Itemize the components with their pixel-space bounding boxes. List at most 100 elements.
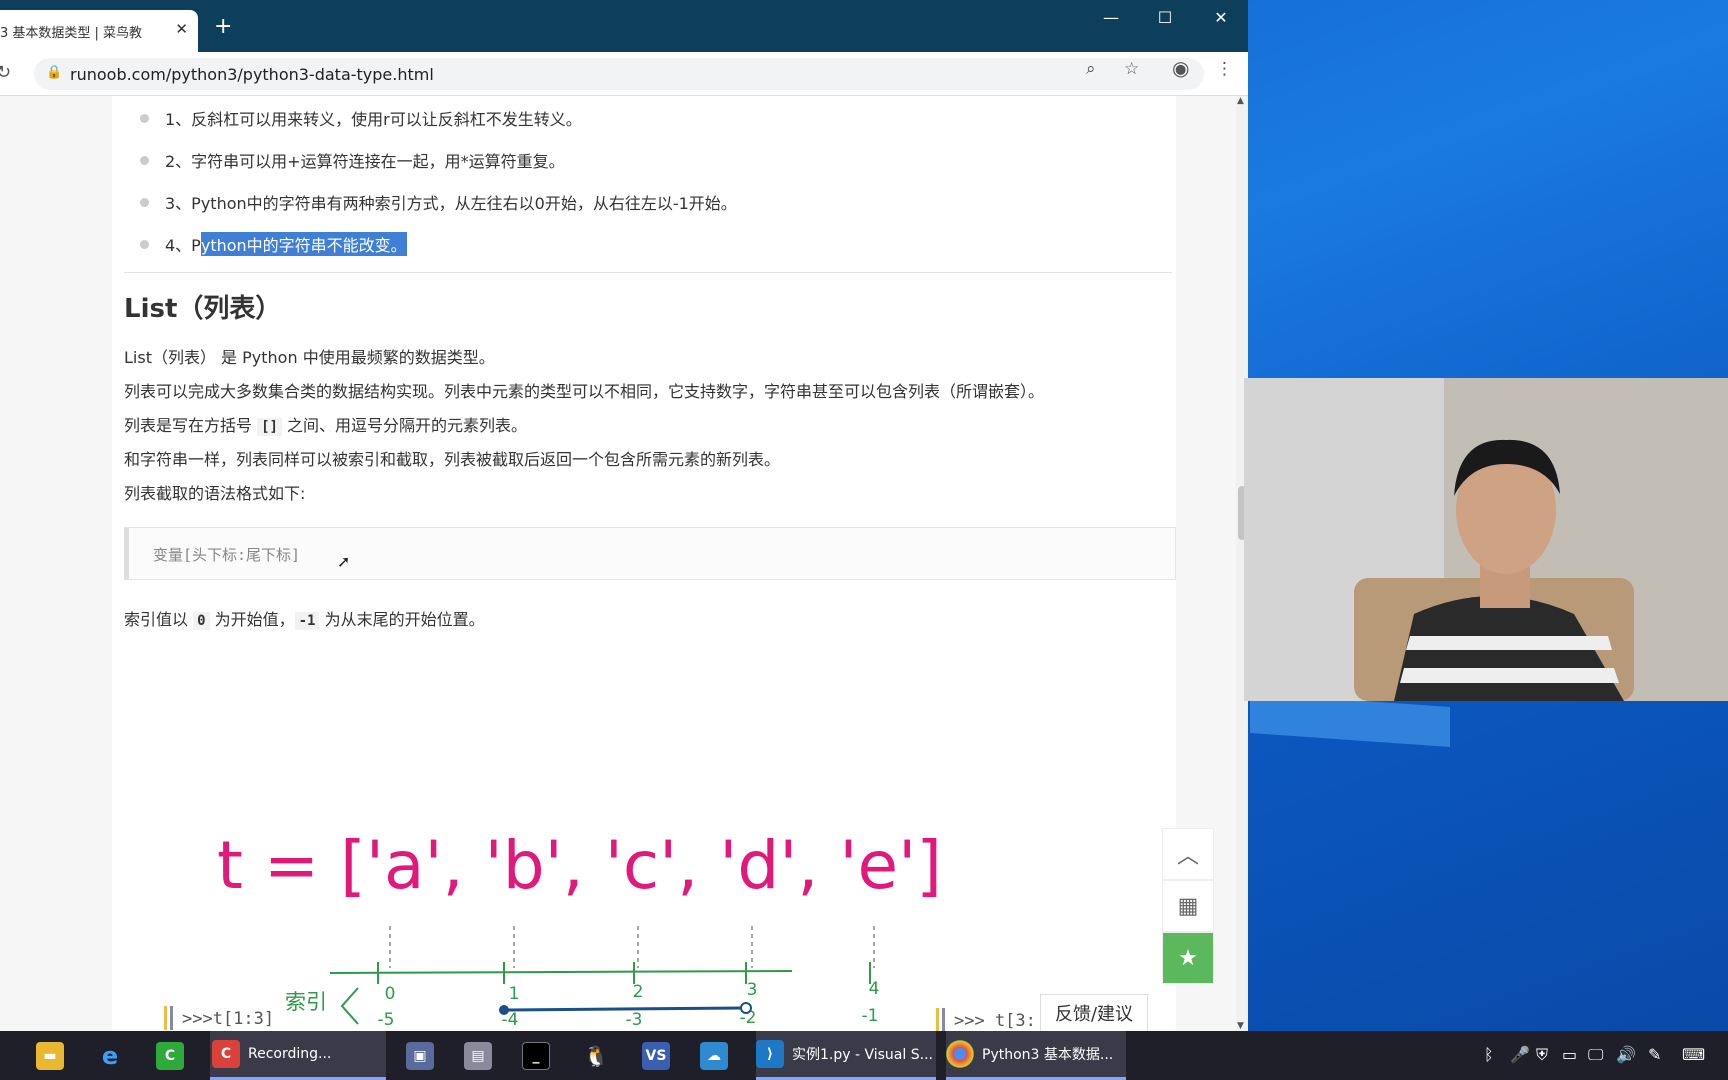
taskbar-recording[interactable]: C Recording... xyxy=(210,1031,386,1080)
number-line xyxy=(329,970,793,974)
taskbar-label: Recording... xyxy=(248,1046,332,1062)
tab-close-icon[interactable]: ✕ xyxy=(175,20,188,38)
taskbar-terminal[interactable]: _ xyxy=(522,1031,558,1080)
paragraph-text: 之间、用逗号分隔开的元素列表。 xyxy=(281,416,528,435)
list-item: 2、字符串可以用+运算符连接在一起，用*运算符重复。 xyxy=(140,148,565,172)
security-shield-icon[interactable]: ⛨ xyxy=(1536,1045,1548,1065)
paragraph: 列表可以完成大多数集合类的数据结构实现。列表中元素的类型可以不相同，它支持数字，… xyxy=(124,382,1045,401)
code-marker xyxy=(936,1008,939,1031)
vscode-icon: ⟩ xyxy=(756,1040,784,1068)
close-window-icon[interactable]: ✕ xyxy=(1206,8,1236,27)
slice-end-dot xyxy=(740,1002,752,1014)
paragraph: 和字符串一样，列表同样可以被索引和截取，列表被截取后返回一个包含所需元素的新列表… xyxy=(124,450,781,469)
code-marker xyxy=(164,1006,167,1030)
qq-icon: 🐧 xyxy=(583,1043,609,1068)
code-marker xyxy=(942,1008,945,1031)
minimize-icon[interactable]: — xyxy=(1096,8,1126,27)
browser-toolbar: ↻ 🔒 runoob.com/python3/python3-data-type… xyxy=(0,52,1248,96)
terminal-icon: _ xyxy=(522,1041,550,1070)
address-bar[interactable]: 🔒 runoob.com/python3/python3-data-type.h… xyxy=(34,58,1204,90)
bullet-dot xyxy=(140,239,149,249)
url-text[interactable]: runoob.com/python3/python3-data-type.htm… xyxy=(70,65,434,84)
article-content: 1、反斜杠可以用来转义，使用r可以让反斜杠不发生转义。 2、字符串可以用+运算符… xyxy=(112,96,1176,1031)
chevron-up-icon: ︿ xyxy=(1176,844,1199,869)
qr-code-icon: ▦ xyxy=(1177,893,1199,919)
new-tab-button[interactable]: + xyxy=(214,16,232,38)
code-marker xyxy=(170,1006,173,1030)
reload-icon[interactable]: ↻ xyxy=(0,62,11,83)
keyboard-icon[interactable]: ⌨ xyxy=(1682,1045,1705,1064)
side-toolbar: ︿ ▦ ★ xyxy=(1162,828,1214,984)
scroll-down-icon[interactable]: ▼ xyxy=(1237,1021,1244,1031)
paragraph-text: 列表是写在方括号 xyxy=(124,416,258,435)
slice-example: >>>t[1:3] xyxy=(182,1009,274,1029)
windows-taskbar: ▬ e C C Recording... ▣ ▤ _ 🐧 VS ☁ ⟩ 实例1.… xyxy=(0,1031,1728,1080)
shirt-stripe xyxy=(1400,668,1619,683)
maximize-icon[interactable]: ☐ xyxy=(1150,8,1180,27)
network-icon[interactable]: 🖵 xyxy=(1588,1045,1603,1065)
tab-title: 3 基本数据类型 | 菜鸟教 xyxy=(0,25,143,41)
cloud-icon: ☁ xyxy=(700,1041,728,1070)
browser-window: 3 基本数据类型 | 菜鸟教 ✕ + — ☐ ✕ ↻ 🔒 runoob.com/… xyxy=(0,0,1248,1031)
volume-icon[interactable]: 🔊 xyxy=(1616,1045,1636,1064)
paragraph: 索引值以 0 为开始值， -1 为从末尾的开始位置。 xyxy=(124,606,485,630)
webcam-overlay xyxy=(1244,378,1728,701)
bullet-dot xyxy=(140,197,149,207)
code-text: 变量[头下标:尾下标] xyxy=(153,546,301,564)
taskbar-visual-studio[interactable]: VS xyxy=(642,1031,678,1080)
back-to-top-button[interactable]: ︿ xyxy=(1162,828,1214,880)
bullet-text: 2、字符串可以用+运算符连接在一起，用*运算符重复。 xyxy=(165,152,565,171)
paragraph: List（列表） 是 Python 中使用最频繁的数据类型。 xyxy=(124,348,495,367)
scroll-up-icon[interactable]: ▲ xyxy=(1237,96,1244,106)
slice-diagram: >>>t[1:3] >>> t[3: xyxy=(112,956,1176,1031)
shirt-stripe xyxy=(1406,636,1612,650)
inline-code: -1 xyxy=(294,612,320,630)
microphone-icon[interactable]: 🎤 xyxy=(1510,1045,1530,1064)
taskbar-app[interactable]: ▤ xyxy=(464,1031,500,1080)
star-icon: ★ xyxy=(1178,945,1198,971)
paragraph: 列表是写在方括号 [] 之间、用逗号分隔开的元素列表。 xyxy=(124,412,527,436)
bullet-text: 4、P xyxy=(165,236,201,255)
menu-kebab-icon[interactable]: ⋮ xyxy=(1216,59,1233,79)
bullet-text: 3、Python中的字符串有两种索引方式，从左往右以0开始，从右往左以-1开始。 xyxy=(165,194,737,213)
taskbar-cloud-app[interactable]: ☁ xyxy=(700,1031,736,1080)
paragraph-text: 索引值以 xyxy=(124,610,194,629)
taskbar-vscode[interactable]: ⟩ 实例1.py - Visual S... xyxy=(756,1031,936,1080)
wallpaper-beam xyxy=(1250,693,1450,747)
slice-example: >>> t[3: xyxy=(954,1011,1036,1031)
paragraph-text: 为从末尾的开始位置。 xyxy=(319,610,485,629)
pen-icon[interactable]: ✎ xyxy=(1648,1045,1661,1064)
profile-icon[interactable]: ◉ xyxy=(1172,56,1189,80)
inline-code: [] xyxy=(257,418,282,436)
taskbar-app[interactable]: ▣ xyxy=(406,1031,442,1080)
zoom-icon[interactable]: ⌕ xyxy=(1086,59,1096,79)
bookmark-star-icon[interactable]: ☆ xyxy=(1124,59,1139,79)
list-item: 1、反斜杠可以用来转义，使用r可以让反斜杠不发生转义。 xyxy=(140,106,582,130)
slice-range xyxy=(503,1006,744,1012)
mouse-cursor-icon: ➚ xyxy=(337,552,351,571)
slice-start-dot xyxy=(499,1005,509,1015)
visual-studio-icon: VS xyxy=(642,1041,670,1070)
taskbar-qq[interactable]: 🐧 xyxy=(582,1031,618,1080)
qr-code-button[interactable]: ▦ xyxy=(1162,880,1214,932)
camtasia-icon: C xyxy=(156,1041,184,1070)
lock-icon: 🔒 xyxy=(46,65,63,80)
recorder-icon: C xyxy=(212,1040,240,1068)
battery-icon[interactable]: ▭ xyxy=(1562,1045,1577,1064)
selected-text: ython中的字符串不能改变。 xyxy=(200,232,407,256)
taskbar-file-explorer[interactable]: ▬ xyxy=(36,1031,72,1080)
taskbar-camtasia[interactable]: C xyxy=(156,1031,192,1080)
bluetooth-icon[interactable]: ᛒ xyxy=(1484,1045,1494,1064)
folder-icon: ▬ xyxy=(36,1041,64,1070)
favorite-button[interactable]: ★ xyxy=(1162,932,1214,984)
taskbar-chrome[interactable]: Python3 基本数据... xyxy=(946,1031,1126,1080)
taskbar-edge[interactable]: e xyxy=(96,1031,132,1080)
paragraph: 列表截取的语法格式如下: xyxy=(124,484,306,503)
list-item: 3、Python中的字符串有两种索引方式，从左往右以0开始，从右往左以-1开始。 xyxy=(140,190,737,214)
feedback-button[interactable]: 反馈/建议 xyxy=(1040,994,1148,1031)
list-expression: t = ['a', 'b', 'c', 'd', 'e'] xyxy=(217,827,942,904)
browser-tab[interactable]: 3 基本数据类型 | 菜鸟教 ✕ xyxy=(0,10,198,52)
inline-code: 0 xyxy=(193,612,210,630)
edge-icon: e xyxy=(101,1041,119,1070)
image-viewer-icon: ▤ xyxy=(464,1041,492,1070)
